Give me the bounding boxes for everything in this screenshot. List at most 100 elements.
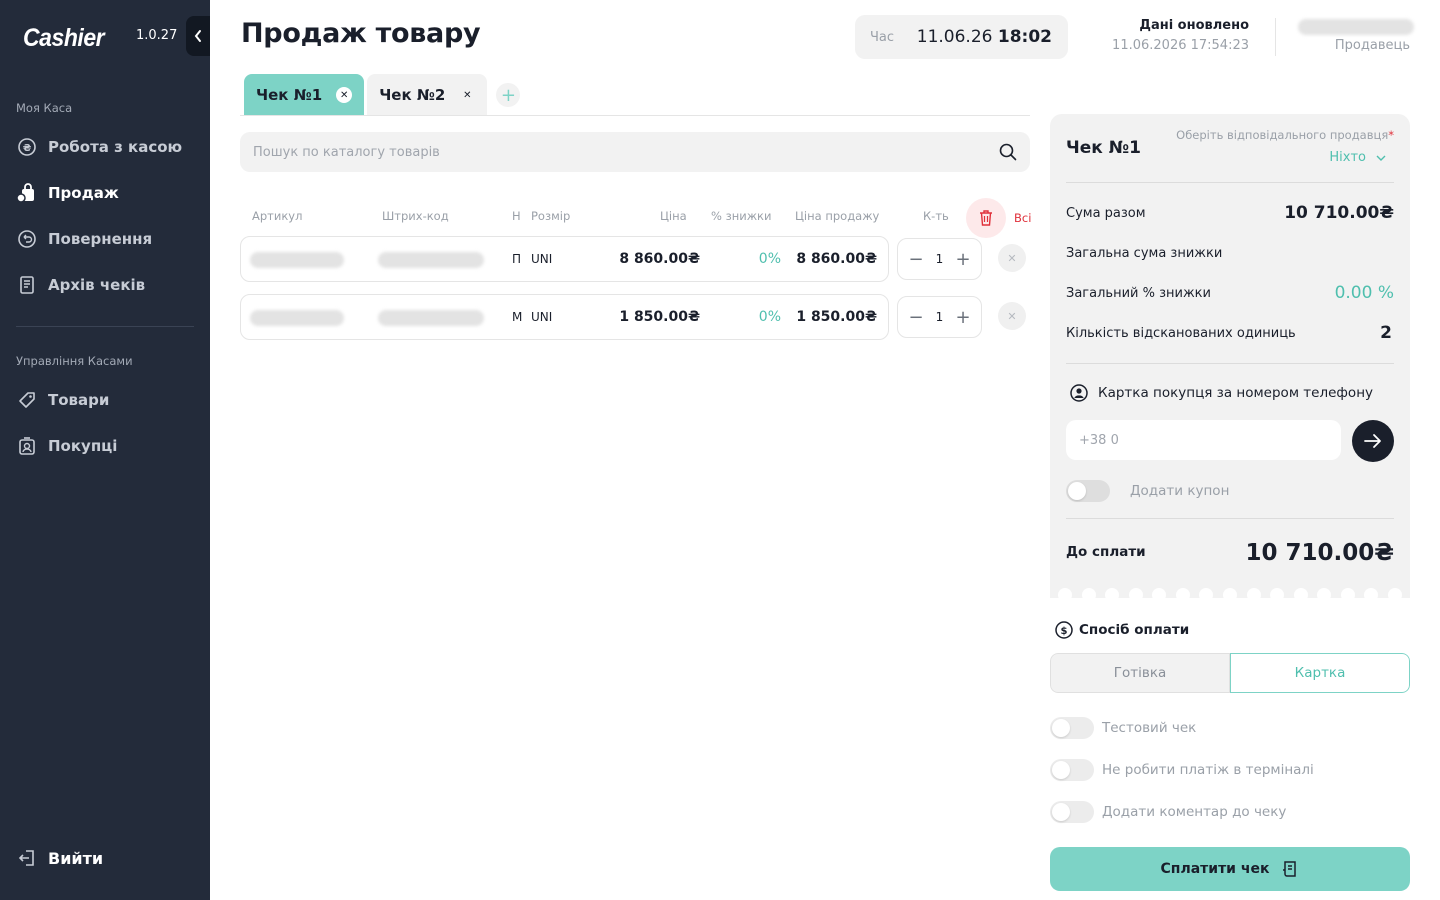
customer-card-text: Картка покупця за номером телефону	[1098, 385, 1374, 401]
header-divider	[1275, 18, 1276, 56]
quantity-stepper: − 1 +	[897, 238, 982, 280]
search-input[interactable]	[240, 132, 1030, 172]
current-datetime: 11.06.26 18:02	[917, 27, 1052, 47]
product-sale-price: 1 850.00₴	[796, 309, 877, 325]
seller-select-label-text: Оберіть відповідального продавця	[1176, 128, 1389, 142]
barcode-blurred	[378, 252, 484, 268]
payment-method-title: $ Спосіб оплати	[1055, 621, 1189, 639]
quantity-value: 1	[935, 310, 944, 324]
coin-icon: ₴	[16, 136, 38, 158]
add-comment-option: Додати коментар до чеку	[1050, 801, 1286, 823]
seller-select-label: Оберіть відповідального продавця*	[1176, 128, 1394, 142]
option-label: Додати коментар до чеку	[1102, 804, 1287, 820]
total-value: 10 710.00₴	[1284, 203, 1394, 223]
product-discount[interactable]: 0%	[741, 237, 781, 281]
sidebar-item-sales[interactable]: Продаж	[16, 178, 119, 208]
payment-cash-option[interactable]: Готівка	[1050, 653, 1230, 693]
return-icon	[16, 228, 38, 250]
close-icon[interactable]: ✕	[336, 87, 353, 103]
seller-select-value: Ніхто	[1329, 150, 1366, 165]
remove-row-button[interactable]: ✕	[998, 302, 1026, 330]
close-icon: ✕	[1007, 251, 1017, 265]
option-label: Тестовий чек	[1102, 720, 1197, 736]
sidebar-item-label: Покупці	[48, 437, 118, 455]
page-title: Продаж товару	[241, 18, 481, 49]
to-pay-value: 10 710.00₴	[1245, 540, 1394, 566]
product-size: UNI	[531, 252, 553, 266]
test-receipt-toggle[interactable]	[1050, 717, 1094, 739]
sidebar-divider	[16, 326, 194, 327]
search-icon[interactable]	[998, 142, 1018, 166]
product-price: 1 850.00₴	[619, 309, 700, 325]
column-header-discount: % знижки	[711, 209, 772, 223]
product-sale-price: 8 860.00₴	[796, 251, 877, 267]
sidebar-item-label: Продаж	[48, 184, 119, 202]
dollar-circle-icon: $	[1055, 621, 1073, 639]
add-tab-button[interactable]: +	[496, 83, 521, 107]
column-header-price: Ціна	[660, 209, 687, 223]
tab-receipt-1[interactable]: Чек №1 ✕	[244, 74, 365, 116]
clear-all-label[interactable]: Всі	[1014, 211, 1031, 225]
decrement-button[interactable]: −	[904, 305, 928, 329]
current-date: 11.06.26	[916, 27, 993, 47]
section-title-my-cash: Моя Каса	[16, 101, 73, 115]
product-discount[interactable]: 0%	[741, 295, 781, 339]
decrement-button[interactable]: −	[904, 247, 928, 271]
tab-label: Чек №1	[256, 86, 323, 104]
phone-submit-button[interactable]	[1352, 420, 1394, 462]
option-label: Не робити платіж в терміналі	[1102, 762, 1314, 778]
sidebar-item-returns[interactable]: Повернення	[16, 224, 152, 254]
payment-method-selector: Готівка Картка	[1050, 653, 1410, 693]
no-terminal-payment-toggle[interactable]	[1050, 759, 1094, 781]
table-row: П UNI 8 860.00₴ 0% 8 860.00₴	[240, 236, 889, 282]
column-header-sale-price: Ціна продажу	[795, 209, 880, 223]
seller-select[interactable]: Ніхто	[1329, 150, 1386, 165]
receipt-icon	[1283, 861, 1297, 877]
article-blurred	[250, 252, 344, 268]
tab-receipt-2[interactable]: Чек №2 ✕	[367, 74, 488, 116]
svg-text:$: $	[1061, 626, 1068, 637]
discount-sum-row: Загальна сума знижки	[1066, 241, 1394, 265]
remove-row-button[interactable]: ✕	[998, 244, 1026, 272]
phone-input[interactable]	[1066, 420, 1341, 460]
units-value: 2	[1380, 323, 1392, 343]
sidebar-item-label: Робота з касою	[48, 138, 183, 156]
increment-button[interactable]: +	[951, 247, 975, 271]
pay-receipt-button[interactable]: Сплатити чек	[1050, 847, 1410, 891]
sidebar-item-customers[interactable]: Покупці	[16, 431, 117, 461]
no-terminal-payment-option: Не робити платіж в терміналі	[1050, 759, 1314, 781]
receipt-divider	[1066, 518, 1394, 519]
chevron-left-icon	[194, 30, 201, 42]
sidebar-item-receipt-archive[interactable]: Архів чеків	[16, 270, 145, 300]
to-pay-label: До сплати	[1066, 544, 1146, 560]
product-price: 8 860.00₴	[619, 251, 700, 267]
close-icon: ✕	[1007, 309, 1017, 323]
sidebar-collapse-button[interactable]	[186, 16, 210, 56]
payment-card-option[interactable]: Картка	[1230, 653, 1410, 693]
discount-sum-label: Загальна сума знижки	[1066, 245, 1223, 261]
catalog-search	[240, 132, 1030, 172]
increment-button[interactable]: +	[951, 305, 975, 329]
receipt-title: Чек №1	[1066, 138, 1142, 158]
article-blurred	[250, 310, 344, 326]
logout-button[interactable]: Вийти	[16, 843, 103, 873]
time-label: Час	[870, 29, 895, 45]
receipt-divider	[1066, 182, 1394, 183]
sidebar-item-cash-work[interactable]: ₴ Робота з касою	[16, 132, 182, 162]
sidebar-item-goods[interactable]: Товари	[16, 385, 109, 415]
close-icon[interactable]: ✕	[459, 87, 475, 103]
total-label: Сума разом	[1066, 205, 1146, 221]
add-comment-toggle[interactable]	[1050, 801, 1094, 823]
units-label: Кількість відсканованих одиниць	[1066, 325, 1296, 341]
shopping-bag-icon	[16, 182, 38, 204]
tabs-underline	[240, 115, 1030, 116]
receipt-tabs: Чек №1 ✕ Чек №2 ✕ +	[244, 74, 521, 116]
payment-method-label: Спосіб оплати	[1079, 622, 1190, 638]
clear-all-button[interactable]	[966, 198, 1006, 238]
coupon-label: Додати купон	[1130, 483, 1230, 499]
product-name: М	[512, 310, 523, 324]
receipt-summary: Чек №1 Оберіть відповідального продавця*…	[1050, 114, 1410, 598]
user-circle-icon	[1070, 384, 1088, 402]
quantity-stepper: − 1 +	[897, 296, 982, 338]
coupon-toggle[interactable]	[1066, 480, 1110, 502]
